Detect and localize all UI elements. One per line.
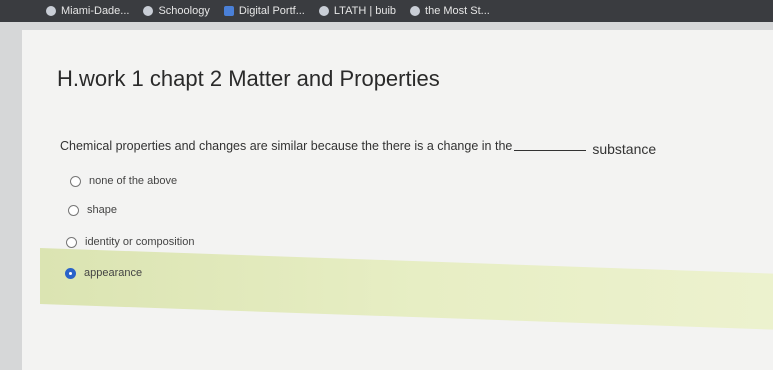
choice-shape[interactable]: shape [68, 204, 117, 216]
choice-appearance[interactable]: appearance [65, 267, 142, 279]
choice-label: none of the above [89, 175, 178, 187]
radio-button[interactable] [70, 175, 81, 187]
globe-icon [46, 6, 56, 16]
bookmark-label: LTATH | buib [333, 5, 397, 17]
radio-button[interactable] [66, 236, 77, 248]
question-prompt: Chemical properties and changes are simi… [60, 137, 656, 157]
bookmark-label: Schoology [158, 5, 210, 17]
bookmark-label: Digital Portf... [238, 5, 305, 17]
choice-label: identity or composition [85, 236, 195, 248]
schoology-icon [143, 6, 154, 16]
bookmark-ltath[interactable]: LTATH | buib [318, 5, 397, 17]
answer-blank [514, 150, 587, 151]
question-text-after: substance [592, 141, 657, 157]
bookmarks-bar: Miami-Dade... Schoology Digital Portf...… [0, 0, 773, 22]
radio-button[interactable] [68, 204, 79, 216]
bookmark-schoology[interactable]: Schoology [143, 5, 210, 17]
choice-none-of-the-above[interactable]: none of the above [70, 175, 177, 187]
assignment-title: H.work 1 chapt 2 Matter and Properties [57, 66, 440, 91]
assignment-page: H.work 1 chapt 2 Matter and Properties C… [22, 30, 773, 370]
radio-button-selected[interactable] [65, 267, 76, 279]
choice-label: appearance [84, 267, 143, 279]
bookmark-miami-dade[interactable]: Miami-Dade... [46, 5, 129, 17]
choice-identity-or-composition[interactable]: identity or composition [66, 236, 194, 248]
bookmark-label: the Most St... [425, 5, 490, 17]
question-text: Chemical properties and changes are simi… [60, 139, 513, 153]
bookmark-most[interactable]: the Most St... [410, 5, 490, 17]
choice-label: shape [87, 204, 117, 216]
selected-answer-highlight [40, 248, 773, 331]
bookmark-icon [318, 6, 329, 16]
bookmark-label: Miami-Dade... [61, 5, 130, 17]
portfolio-icon [223, 6, 234, 16]
bookmark-icon [410, 6, 421, 16]
bookmark-digital-portfolio[interactable]: Digital Portf... [223, 5, 305, 17]
